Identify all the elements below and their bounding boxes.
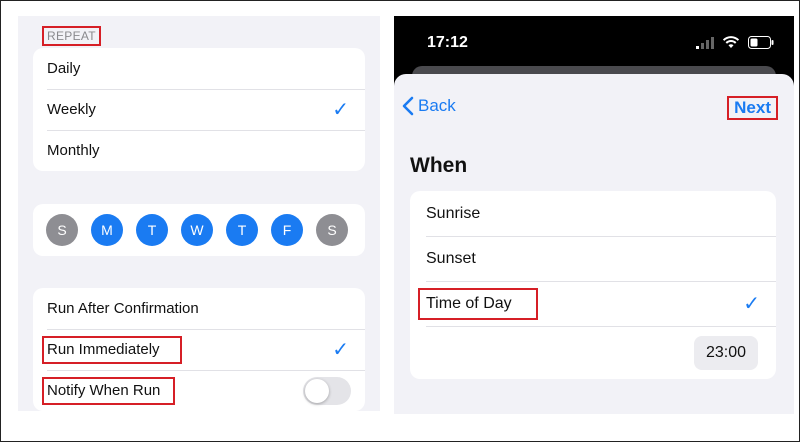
when-option-label: Time of Day — [426, 294, 512, 312]
repeat-option-weekly[interactable]: Weekly ✓ — [33, 89, 365, 130]
when-option-time-of-day[interactable]: Time of Day ✓ — [410, 281, 776, 326]
day-toggle-tuesday[interactable]: T — [136, 214, 168, 246]
notify-when-run-row: Notify When Run — [33, 370, 365, 411]
repeat-option-label: Daily — [47, 60, 81, 77]
day-toggle-sunday[interactable]: S — [46, 214, 78, 246]
chevron-left-icon — [402, 96, 414, 116]
repeat-settings-panel: REPEAT Daily Weekly ✓ Monthly S M T W T … — [18, 16, 380, 411]
time-picker-row: 23:00 — [410, 326, 776, 379]
checkmark-icon: ✓ — [332, 338, 349, 361]
next-button[interactable]: Next — [727, 96, 778, 120]
day-toggle-thursday[interactable]: T — [226, 214, 258, 246]
day-toggle-friday[interactable]: F — [271, 214, 303, 246]
repeat-options-card: Daily Weekly ✓ Monthly — [33, 48, 365, 171]
when-option-label: Sunrise — [426, 204, 481, 222]
repeat-option-label: Monthly — [47, 142, 100, 159]
time-picker[interactable]: 23:00 — [693, 336, 758, 370]
status-time: 17:12 — [427, 34, 468, 51]
run-option-label: Run After Confirmation — [47, 300, 199, 317]
weekday-selector: S M T W T F S — [33, 204, 365, 256]
checkmark-icon: ✓ — [743, 292, 760, 315]
back-button[interactable]: Back — [402, 96, 456, 116]
cellular-signal-icon — [696, 36, 714, 49]
run-options-card: Run After Confirmation Run Immediately ✓… — [33, 288, 365, 411]
day-toggle-wednesday[interactable]: W — [181, 214, 213, 246]
day-toggle-saturday[interactable]: S — [316, 214, 348, 246]
page-title: When — [410, 154, 468, 177]
battery-icon — [748, 36, 774, 49]
when-options-card: Sunrise Sunset Time of Day ✓ 23:00 — [410, 191, 776, 379]
status-icons — [696, 36, 774, 49]
back-label: Back — [418, 96, 456, 115]
repeat-section-header: REPEAT — [42, 26, 101, 46]
repeat-option-monthly[interactable]: Monthly — [33, 130, 365, 171]
wifi-icon — [722, 36, 740, 48]
shortcut-when-screen: 17:12 Back Next When Sunrise Sunset Time… — [394, 16, 794, 414]
repeat-option-daily[interactable]: Daily — [33, 48, 365, 89]
notify-toggle[interactable] — [303, 376, 351, 405]
when-option-sunrise[interactable]: Sunrise — [410, 191, 776, 236]
notify-label: Notify When Run — [47, 382, 161, 399]
run-option-immediately[interactable]: Run Immediately ✓ — [33, 329, 365, 370]
day-toggle-monday[interactable]: M — [91, 214, 123, 246]
repeat-option-label: Weekly — [47, 101, 96, 118]
when-option-label: Sunset — [426, 249, 476, 267]
run-option-after-confirmation[interactable]: Run After Confirmation — [33, 288, 365, 329]
checkmark-icon: ✓ — [332, 98, 349, 121]
run-option-label: Run Immediately — [47, 341, 160, 358]
when-option-sunset[interactable]: Sunset — [410, 236, 776, 281]
when-sheet: Back Next When Sunrise Sunset Time of Da… — [394, 74, 794, 414]
toggle-knob — [305, 378, 329, 403]
